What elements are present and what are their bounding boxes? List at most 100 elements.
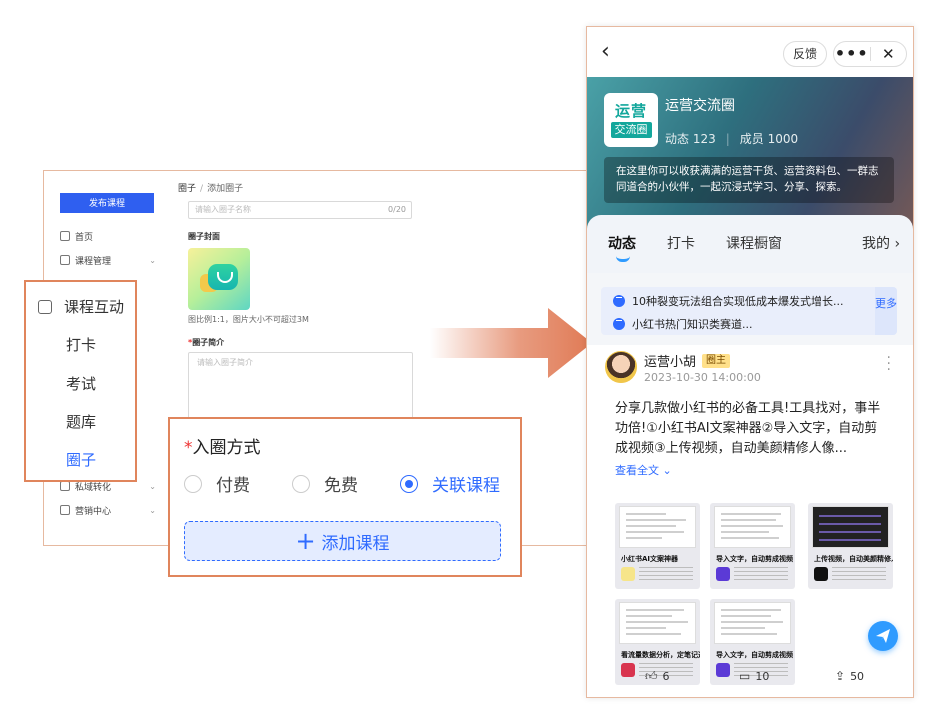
image-caption: 导入文字，自动剪成视频 bbox=[716, 651, 793, 659]
breadcrumb-current: 添加圈子 bbox=[207, 184, 244, 194]
zoom-sidebar-callout: 课程互动 打卡 考试 题库 圈子 bbox=[24, 280, 137, 482]
circle-name: 运营交流圈 bbox=[665, 98, 735, 114]
sidebar-item-question-bank[interactable]: 题库 bbox=[66, 411, 96, 432]
zoom-join-method-callout: *入圈方式 付费 免费 关联课程 + 添加课程 bbox=[168, 417, 522, 577]
text-lines bbox=[832, 567, 886, 581]
join-method-title: 入圈方式 bbox=[192, 438, 261, 458]
share-button[interactable]: ⇪ 50 bbox=[835, 669, 864, 683]
sidebar-item-marketing[interactable]: 营销中心 ⌄ bbox=[60, 501, 156, 519]
post-image[interactable]: 小红书AI文案神器 bbox=[615, 503, 700, 589]
screenshot-thumb bbox=[812, 506, 889, 548]
comment-button[interactable]: ▭ 10 bbox=[739, 669, 769, 683]
chevron-down-icon: ⌄ bbox=[149, 255, 156, 265]
send-post-button[interactable] bbox=[868, 621, 898, 651]
cover-hint: 图比例1:1，图片大小不可超过3M bbox=[188, 315, 309, 324]
screenshot-thumb bbox=[714, 506, 791, 548]
sidebar-item-exam[interactable]: 考试 bbox=[66, 373, 96, 394]
sidebar-item-home[interactable]: 首页 bbox=[60, 227, 156, 245]
like-button[interactable]: 👍︎ 6 bbox=[645, 669, 670, 684]
document-icon bbox=[60, 255, 70, 265]
back-icon[interactable]: ‹ bbox=[601, 41, 610, 63]
phone-preview: ‹ 反馈 ••• ✕ 运营 交流圈 运营交流圈 动态 123 | 成员 1000 在… bbox=[586, 26, 914, 698]
chevron-down-icon: ⌄ bbox=[149, 481, 156, 491]
expand-link[interactable]: 查看全文 ⌄ bbox=[615, 462, 672, 478]
logo-text-main: 运营 bbox=[614, 102, 647, 120]
pin-icon bbox=[613, 295, 625, 307]
share-count: 50 bbox=[850, 669, 865, 683]
breadcrumb-sep: / bbox=[200, 184, 204, 194]
tab-checkin[interactable]: 打卡 bbox=[667, 233, 695, 253]
text-lines bbox=[734, 567, 788, 581]
tab-mine[interactable]: 我的 › bbox=[862, 233, 900, 253]
more-icon[interactable]: ••• bbox=[834, 44, 870, 64]
image-caption: 小红书AI文案神器 bbox=[621, 555, 679, 563]
radio-label: 关联课程 bbox=[432, 476, 500, 496]
sidebar-group-course-interaction[interactable]: 课程互动 bbox=[38, 296, 124, 317]
sidebar-item-label: 首页 bbox=[75, 232, 94, 243]
post-image[interactable]: 导入文字，自动剪成视频 bbox=[710, 503, 795, 589]
radio-paid[interactable]: 付费 bbox=[184, 471, 250, 496]
pinned-notices: 10种裂变玩法组合实现低成本爆发式增长... 小红书热门知识类赛道... 更多 bbox=[601, 287, 897, 335]
avatar[interactable] bbox=[605, 351, 637, 383]
app-icon bbox=[621, 567, 635, 581]
app-icon bbox=[716, 567, 730, 581]
tab-feed[interactable]: 动态 bbox=[608, 233, 636, 262]
screenshot-thumb bbox=[619, 602, 696, 644]
char-counter: 0/20 bbox=[388, 205, 406, 214]
thumbs-up-icon: 👍︎ bbox=[645, 669, 658, 683]
notice-more-button[interactable]: 更多 bbox=[875, 287, 897, 335]
phone-topbar: ‹ 反馈 ••• ✕ bbox=[587, 27, 913, 77]
radio-circle[interactable] bbox=[184, 474, 202, 493]
logo-text-sub: 交流圈 bbox=[610, 122, 652, 138]
kebab-menu-icon[interactable]: · · · bbox=[887, 351, 891, 377]
pin-icon bbox=[613, 318, 625, 330]
post-image[interactable]: 上传视频，自动美颜精修人像 bbox=[808, 503, 893, 589]
plus-icon: + bbox=[295, 527, 316, 555]
post-author[interactable]: 运营小胡 圈主 bbox=[644, 351, 731, 370]
circle-name-input[interactable]: 请输入圈子名称 0/20 bbox=[188, 201, 412, 219]
cover-label: 圈子封面 bbox=[188, 232, 220, 241]
breadcrumb-root[interactable]: 圈子 bbox=[178, 184, 196, 194]
close-icon[interactable]: ✕ bbox=[870, 45, 906, 63]
add-course-button[interactable]: + 添加课程 bbox=[184, 521, 501, 561]
post-time: 2023-10-30 14:00:00 bbox=[644, 371, 761, 384]
intro-label: *圈子简介 bbox=[188, 337, 224, 348]
interaction-icon bbox=[38, 299, 52, 314]
tab-course-shop[interactable]: 课程橱窗 bbox=[726, 233, 782, 253]
chevron-down-icon: ⌄ bbox=[149, 505, 156, 515]
circle-stats: 动态 123 | 成员 1000 bbox=[665, 130, 798, 147]
radio-label: 付费 bbox=[216, 476, 250, 496]
feedback-button[interactable]: 反馈 bbox=[783, 41, 827, 67]
circle-tabs: 动态 打卡 课程橱窗 我的 › bbox=[587, 215, 913, 273]
circle-description: 在这里你可以收获满满的运营干货、运营资料包、一群志同道合的小伙伴，一起沉浸式学习… bbox=[604, 157, 894, 203]
stats-sep: | bbox=[725, 132, 730, 146]
notice-item[interactable]: 小红书热门知识类赛道... bbox=[613, 316, 753, 332]
post-actions: 👍︎ 6 ▭ 10 ⇪ 50 bbox=[587, 669, 913, 689]
post-count: 动态 123 bbox=[665, 132, 716, 146]
intro-placeholder: 请输入圈子简介 bbox=[197, 358, 253, 367]
screenshot-thumb bbox=[714, 602, 791, 644]
conversion-icon bbox=[60, 481, 70, 491]
image-caption: 上传视频，自动美颜精修人像 bbox=[814, 555, 893, 563]
sidebar-item-circle[interactable]: 圈子 bbox=[66, 449, 96, 470]
intro-label-text: 圈子简介 bbox=[192, 338, 225, 347]
arrow-right-icon bbox=[430, 308, 592, 378]
publish-course-button[interactable]: 发布课程 bbox=[60, 193, 154, 213]
share-icon: ⇪ bbox=[835, 669, 846, 683]
required-star: * bbox=[184, 438, 193, 458]
cover-image-upload[interactable] bbox=[188, 248, 250, 310]
chat-smile-icon bbox=[208, 264, 238, 290]
notice-item[interactable]: 10种裂变玩法组合实现低成本爆发式增长... bbox=[613, 293, 844, 309]
post-card: 运营小胡 圈主 2023-10-30 14:00:00 · · · 分享几款做小红书… bbox=[587, 345, 913, 697]
sidebar-item-checkin[interactable]: 打卡 bbox=[66, 334, 96, 355]
radio-free[interactable]: 免费 bbox=[292, 471, 358, 496]
sidebar-group-label: 课程互动 bbox=[64, 298, 125, 316]
owner-badge: 圈主 bbox=[702, 353, 731, 368]
author-name: 运营小胡 bbox=[644, 355, 697, 370]
radio-circle[interactable] bbox=[400, 474, 418, 493]
sidebar-item-course-manage[interactable]: 课程管理 ⌄ bbox=[60, 251, 156, 269]
screenshot-thumb bbox=[619, 506, 696, 548]
text-lines bbox=[639, 567, 693, 581]
radio-linked-course[interactable]: 关联课程 bbox=[400, 471, 500, 496]
radio-circle[interactable] bbox=[292, 474, 310, 493]
